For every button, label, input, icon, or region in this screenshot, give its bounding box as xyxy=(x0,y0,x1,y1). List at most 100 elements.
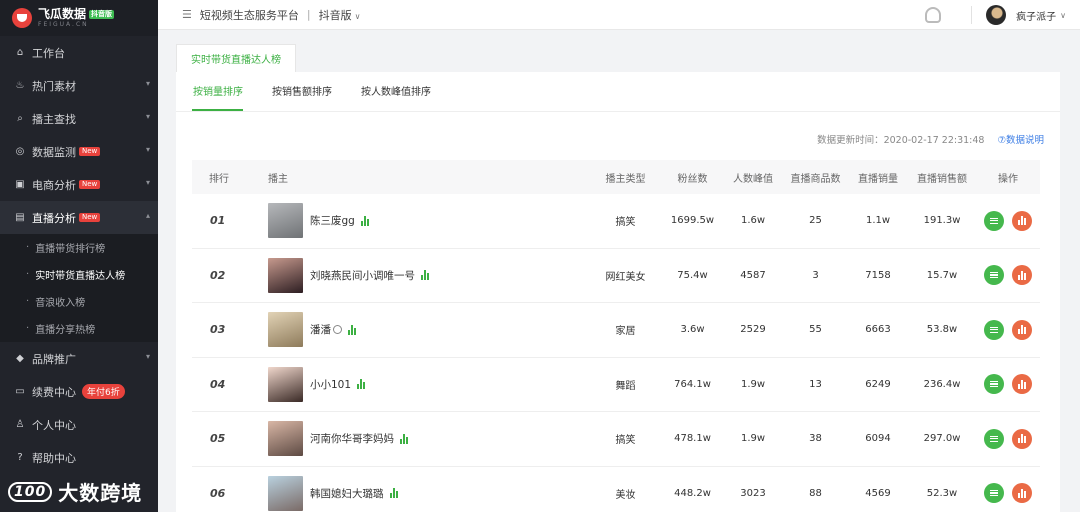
anchor-avatar[interactable] xyxy=(268,257,303,293)
type-cell: 舞蹈 xyxy=(615,380,636,392)
sidebar-item-data-monitor[interactable]: ◎ 数据监测 New ▾ xyxy=(0,135,158,168)
page-tab-realtime-live-rank[interactable]: 实时带货直播达人榜 xyxy=(176,44,296,72)
live-bars-icon xyxy=(357,379,366,390)
user-icon: ♙ xyxy=(15,419,25,430)
update-info: 数据更新时间：2020-02-17 22:31:48 ⑦数据说明 xyxy=(817,132,1044,146)
type-cell: 网红美女 xyxy=(605,271,646,283)
chevron-down-icon[interactable]: ∨ xyxy=(1060,11,1066,20)
clock-icon xyxy=(333,325,342,335)
watermark: 100 大数跨境 xyxy=(8,477,142,506)
stats-chart-button[interactable] xyxy=(1012,374,1032,395)
sales-cell: 6249 xyxy=(865,378,891,390)
sidebar-item-label: 帮助中心 xyxy=(32,451,76,465)
anchor-name[interactable]: 陈三废gg xyxy=(310,213,355,228)
detail-list-button[interactable] xyxy=(984,374,1004,395)
detail-list-button[interactable] xyxy=(984,210,1004,231)
sidebar-item-label: 个人中心 xyxy=(32,418,76,432)
sort-tabs: 按销量排序 按销售额排序 按人数峰值排序 xyxy=(176,72,1060,112)
table-row[interactable]: 05 河南你华哥李妈妈 搞笑 478.1w 1.9w 38 6094 297.0w xyxy=(192,412,1040,467)
anchor-cell: 陈三废gg xyxy=(268,203,589,239)
anchor-avatar[interactable] xyxy=(268,203,303,239)
rank-cell: 02 xyxy=(210,268,226,282)
header-sales: 直播销量 xyxy=(858,173,898,185)
anchor-name[interactable]: 潘潘 xyxy=(310,322,331,337)
anchor-avatar[interactable] xyxy=(268,366,303,402)
anchor-name[interactable]: 韩国媳妇大璐璐 xyxy=(310,486,384,501)
tab-sort-by-sales[interactable]: 按销量排序 xyxy=(192,83,243,111)
sidebar-item-ecommerce[interactable]: ▣ 电商分析 New ▾ xyxy=(0,168,158,201)
detail-list-button[interactable] xyxy=(984,265,1004,286)
anchor-avatar[interactable] xyxy=(268,421,303,457)
ops-cell xyxy=(976,265,1040,286)
anchor-cell: 小小101 xyxy=(268,366,589,402)
fans-cell: 764.1w xyxy=(674,378,711,390)
fire-icon: ♨ xyxy=(15,80,25,91)
table-row[interactable]: 02 刘晓燕民间小调唯一号 网红美女 75.4w 4587 3 7158 15.7w xyxy=(192,249,1040,303)
sales-cell: 7158 xyxy=(865,269,891,281)
tab-sort-by-revenue[interactable]: 按销售额排序 xyxy=(271,83,332,111)
table-header: 排行 播主 播主类型 粉丝数 人数峰值 直播商品数 直播销量 直播销售额 操作 xyxy=(192,160,1040,194)
rank-cell: 01 xyxy=(210,214,226,228)
ops-cell xyxy=(976,210,1040,231)
logo[interactable]: 飞瓜数据 抖音版 FEIGUA.CN xyxy=(0,0,158,36)
list-icon xyxy=(990,381,998,388)
sidebar-item-workbench[interactable]: ⌂ 工作台 xyxy=(0,36,158,69)
goods-cell: 55 xyxy=(809,324,822,336)
logo-subtitle: FEIGUA.CN xyxy=(38,21,89,28)
table-row[interactable]: 04 小小101 舞蹈 764.1w 1.9w 13 6249 236.4w xyxy=(192,358,1040,412)
peak-cell: 3023 xyxy=(740,487,766,499)
sidebar-item-live-analysis[interactable]: ▤ 直播分析 New ▴ xyxy=(0,201,158,234)
header-amount: 直播销售额 xyxy=(917,173,967,185)
stats-chart-button[interactable] xyxy=(1012,319,1032,340)
stats-chart-button[interactable] xyxy=(1012,210,1032,231)
bar-chart-icon xyxy=(1017,434,1027,444)
stats-chart-button[interactable] xyxy=(1012,265,1032,286)
detail-list-button[interactable] xyxy=(984,428,1004,449)
rank-cell: 03 xyxy=(210,323,226,337)
header-type: 播主类型 xyxy=(605,173,646,185)
detail-list-button[interactable] xyxy=(984,319,1004,340)
sidebar-subitem-sound-wave-income[interactable]: 音浪收入榜 xyxy=(0,288,158,315)
sidebar-item-renewal[interactable]: ▭ 续费中心 年付6折 xyxy=(0,375,158,408)
anchor-name[interactable]: 小小101 xyxy=(310,377,351,392)
anchor-avatar[interactable] xyxy=(268,312,303,348)
sidebar-subitem-realtime-live-rank[interactable]: 实时带货直播达人榜 xyxy=(0,261,158,288)
chevron-down-icon: ▾ xyxy=(145,145,150,154)
table-row[interactable]: 01 陈三废gg 搞笑 1699.5w 1.6w 25 1.1w 191.3w xyxy=(192,194,1040,249)
anchor-cell: 刘晓燕民间小调唯一号 xyxy=(268,257,589,293)
table-row[interactable]: 03 潘潘 家居 3.6w 2529 55 6663 53.8w xyxy=(192,303,1040,358)
sidebar-subitem-live-share-hot[interactable]: 直播分享热榜 xyxy=(0,315,158,342)
header-rank: 排行 xyxy=(209,173,229,185)
sidebar-item-anchor-search[interactable]: ⌕ 播主查找 ▾ xyxy=(0,102,158,135)
sidebar-subitem-live-sales-rank[interactable]: 直播带货排行榜 xyxy=(0,234,158,261)
stats-chart-button[interactable] xyxy=(1012,483,1032,504)
tab-sort-by-peak[interactable]: 按人数峰值排序 xyxy=(360,83,431,111)
chevron-down-icon: ▾ xyxy=(145,352,150,361)
sidebar-item-hot-materials[interactable]: ♨ 热门素材 ▾ xyxy=(0,69,158,102)
anchor-avatar[interactable] xyxy=(268,475,303,511)
bar-chart-icon xyxy=(1017,270,1027,280)
sidebar-item-brand-promo[interactable]: ◆ 品牌推广 ▾ xyxy=(0,342,158,375)
avatar[interactable] xyxy=(986,5,1007,25)
sidebar-item-label: 数据监测 xyxy=(32,145,76,159)
goods-cell: 25 xyxy=(809,215,822,227)
bar-chart-icon xyxy=(1017,325,1027,335)
table-row[interactable]: 06 韩国媳妇大璐璐 美妆 448.2w 3023 88 4569 52.3w xyxy=(192,467,1040,512)
sidebar-item-personal[interactable]: ♙ 个人中心 xyxy=(0,408,158,441)
goods-cell: 88 xyxy=(809,487,822,499)
headset-icon[interactable] xyxy=(925,7,942,23)
new-badge: New xyxy=(79,179,101,190)
anchor-name[interactable]: 河南你华哥李妈妈 xyxy=(310,431,394,446)
detail-list-button[interactable] xyxy=(984,483,1004,504)
rank-cell: 05 xyxy=(210,432,226,446)
anchor-name[interactable]: 刘晓燕民间小调唯一号 xyxy=(310,268,415,283)
sidebar-item-help[interactable]: ? 帮助中心 xyxy=(0,441,158,474)
user-name[interactable]: 疯子派子 xyxy=(1016,8,1056,23)
stats-chart-button[interactable] xyxy=(1012,428,1032,449)
live-submenu: 直播带货排行榜 实时带货直播达人榜 音浪收入榜 直播分享热榜 xyxy=(0,234,158,342)
menu-icon[interactable]: ☰ xyxy=(182,8,192,21)
discount-badge: 年付6折 xyxy=(82,384,125,399)
version-switch[interactable]: 抖音版 ∨ xyxy=(319,7,361,23)
data-help-link[interactable]: ⑦数据说明 xyxy=(997,132,1044,146)
monitor-icon: ◎ xyxy=(15,146,25,157)
